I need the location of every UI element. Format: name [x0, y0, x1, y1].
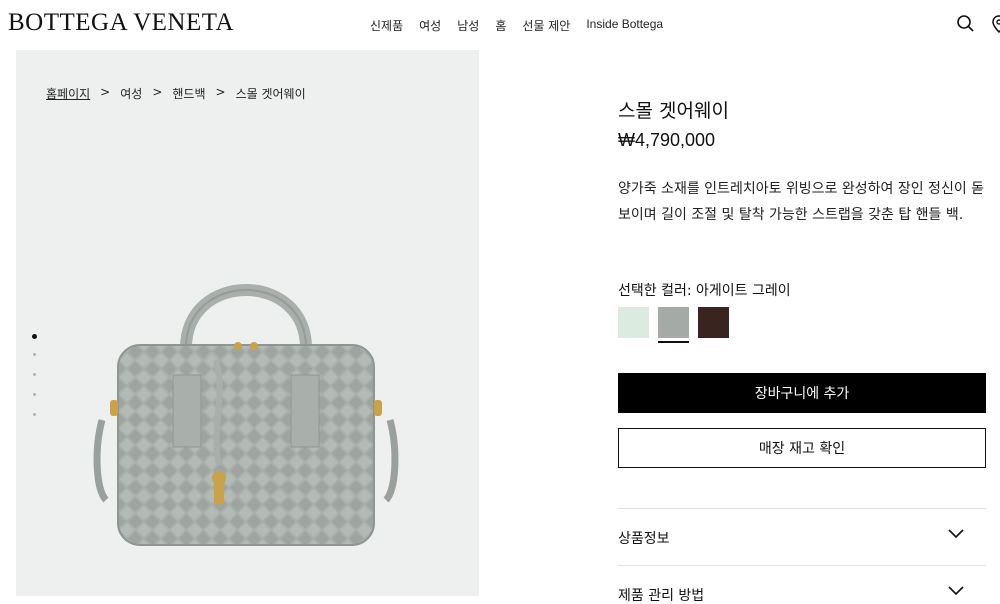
chevron-down-icon [948, 529, 964, 539]
product-price: ₩4,790,000 [618, 130, 716, 150]
color-swatches [618, 307, 729, 343]
breadcrumb-current: 스몰 겟어웨이 [235, 87, 306, 101]
product-image [93, 284, 399, 546]
breadcrumb-separator: > [215, 85, 226, 99]
brand-logo[interactable]: BOTTEGA VENETA [8, 9, 234, 37]
nav-item-inside-bottega[interactable]: Inside Bottega [586, 17, 663, 34]
accordion-care-instructions[interactable]: 제품 관리 방법 [618, 565, 986, 604]
add-to-cart-label: 장바구니에 추가 [754, 386, 850, 402]
nav-item-women[interactable]: 여성 [419, 17, 441, 34]
swatch-dark-brown[interactable] [698, 307, 729, 338]
nav-item-gifts[interactable]: 선물 제안 [522, 17, 570, 34]
nav-item-men[interactable]: 남성 [457, 17, 479, 34]
accordion-label: 제품 관리 방법 [618, 588, 705, 604]
chevron-down-icon [948, 586, 964, 596]
nav-item-new[interactable]: 신제품 [370, 17, 403, 34]
product-description: 양가죽 소재를 인트레치아토 위빙으로 완성하여 장인 정신이 돋보이며 길이 … [618, 181, 985, 223]
swatch-agate-grey[interactable] [658, 307, 689, 343]
slide-dot[interactable] [32, 373, 36, 376]
slide-dot[interactable] [32, 393, 36, 396]
slide-dot[interactable] [32, 353, 36, 356]
breadcrumb-separator: > [100, 85, 111, 99]
site-header: BOTTEGA VENETA 신제품 여성 남성 홈 선물 제안 Inside … [0, 0, 1000, 50]
nav-item-home[interactable]: 홈 [495, 17, 506, 34]
breadcrumb-women[interactable]: 여성 [120, 85, 142, 102]
swatch-mint[interactable] [618, 307, 649, 338]
accordion-product-info[interactable]: 상품정보 [618, 508, 986, 565]
selected-color-label: 선택한 컬러: 아게이트 그레이 [618, 283, 791, 299]
breadcrumb-handbags[interactable]: 핸드백 [172, 85, 205, 102]
breadcrumb: 홈페이지 > 여성 > 핸드백 > 스몰 겟어웨이 [46, 85, 306, 102]
main-nav: 신제품 여성 남성 홈 선물 제안 Inside Bottega [370, 17, 663, 34]
product-title: 스몰 겟어웨이 [618, 100, 729, 122]
accordion-label: 상품정보 [618, 531, 670, 547]
slide-dot[interactable] [32, 413, 36, 416]
slide-indicator [31, 334, 37, 433]
slide-dot-active[interactable] [31, 334, 37, 339]
location-pin-icon[interactable] [988, 13, 1000, 35]
breadcrumb-separator: > [152, 85, 163, 99]
search-icon[interactable] [955, 13, 977, 35]
product-gallery[interactable]: 홈페이지 > 여성 > 핸드백 > 스몰 겟어웨이 [16, 50, 479, 596]
add-to-cart-button[interactable]: 장바구니에 추가 [618, 373, 986, 413]
check-store-stock-button[interactable]: 매장 재고 확인 [618, 428, 986, 468]
check-stock-label: 매장 재고 확인 [758, 441, 846, 457]
breadcrumb-home[interactable]: 홈페이지 [46, 85, 90, 102]
